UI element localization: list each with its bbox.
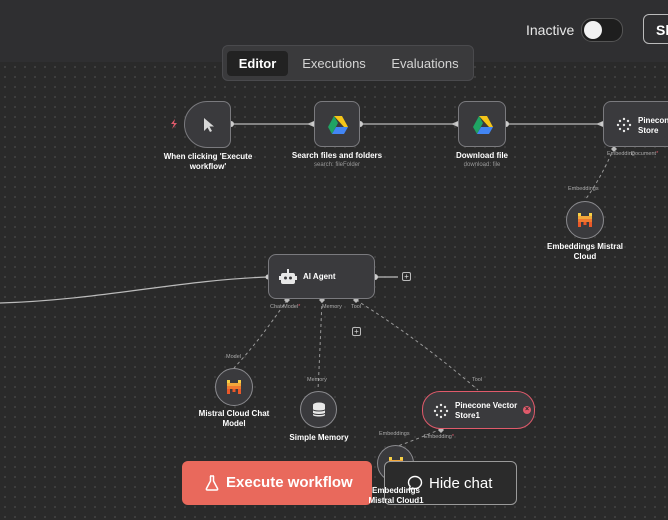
node-label-search: Search files and folders — [291, 151, 383, 160]
connection-chat-model — [233, 299, 288, 369]
mistral-icon — [227, 380, 241, 394]
node-simple-memory[interactable] — [300, 391, 337, 428]
node-label-embeddings-top: Embeddings Mistral Cloud — [546, 242, 623, 261]
port-embeddings-bottom: Embeddings — [379, 431, 410, 437]
mistral-icon — [578, 213, 592, 227]
port-memory-sub: Memory — [307, 377, 327, 383]
add-output-button[interactable]: + — [402, 272, 411, 281]
hide-chat-label: Hide chat — [429, 475, 493, 492]
database-icon — [312, 402, 326, 417]
connection-chat-agent — [0, 276, 269, 304]
node-search-files[interactable] — [314, 101, 360, 147]
google-drive-icon — [473, 116, 493, 134]
node-label-download: Download file — [456, 151, 508, 160]
node-label-agent: AI Agent — [303, 272, 336, 281]
node-label-pinecone-vector: Pinecone Vector Store1 — [455, 401, 518, 420]
port-tool-sub: Tool — [472, 377, 483, 383]
node-label-memory: Simple Memory — [289, 433, 349, 442]
connection-tool — [355, 299, 479, 391]
pinecone-icon — [433, 403, 449, 419]
robot-icon — [279, 269, 297, 284]
cursor-icon — [204, 118, 214, 132]
node-pinecone-store[interactable]: Pinecone Store — [603, 101, 668, 147]
node-manual-trigger[interactable] — [184, 101, 231, 148]
trigger-bolt-icon — [171, 119, 177, 129]
port-embedding-bottom: Embedding* — [424, 434, 454, 440]
port-embeddings-top: Embeddings — [568, 186, 599, 192]
node-sub-search: search: fileFolder — [313, 162, 361, 168]
node-pinecone-vector-store[interactable]: Pinecone Vector Store1 × — [422, 391, 535, 429]
node-label-mistral-chat: Mistral Cloud Chat Model — [198, 409, 270, 428]
node-ai-agent[interactable]: AI Agent — [268, 254, 375, 299]
node-sub-download: download: file — [463, 162, 501, 168]
node-embeddings-mistral-top[interactable] — [566, 201, 604, 239]
execute-workflow-button[interactable]: Execute workflow — [182, 461, 372, 505]
node-mistral-chat-model[interactable] — [215, 368, 253, 406]
add-tool-button[interactable]: + — [352, 327, 361, 336]
execute-workflow-label: Execute workflow — [226, 474, 353, 491]
node-download-file[interactable] — [458, 101, 506, 147]
error-icon: × — [523, 406, 531, 414]
node-label-trigger: When clicking 'Execute workflow' — [163, 152, 253, 171]
port-tool: Tool — [351, 304, 362, 310]
node-label-embeddings-bottom: Embeddings Mistral Cloud1 — [368, 486, 424, 505]
google-drive-icon — [328, 116, 348, 134]
port-memory: Memory — [322, 304, 342, 310]
node-label-pinecone-store: Pinecone Store — [638, 116, 668, 135]
port-document: Document* — [631, 151, 659, 157]
pinecone-icon — [616, 117, 632, 133]
port-chat-model: Chat Model* — [270, 304, 301, 310]
port-model: Model — [226, 354, 241, 360]
flask-icon — [205, 475, 219, 491]
